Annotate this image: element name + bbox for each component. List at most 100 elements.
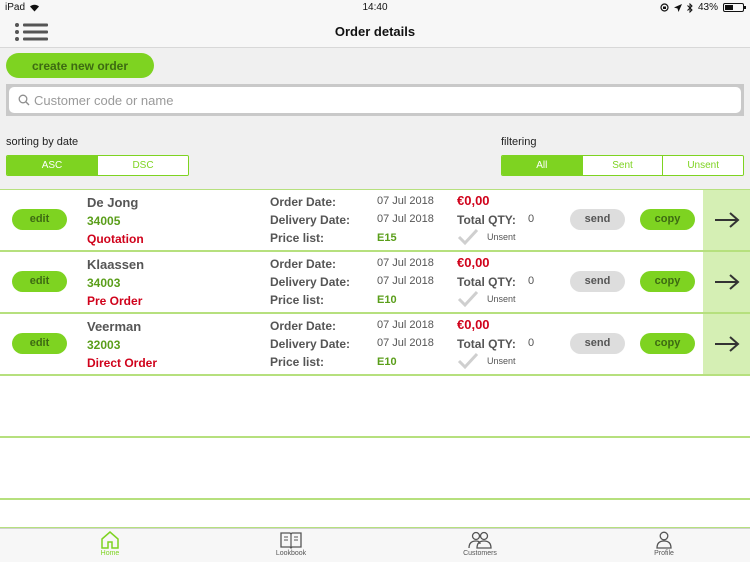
empty-row: [0, 437, 750, 499]
empty-row: [0, 499, 750, 528]
send-button[interactable]: send: [570, 209, 625, 230]
order-date-value: 07 Jul 2018: [377, 319, 434, 331]
send-status: Unsent: [487, 294, 516, 304]
status-time: 14:40: [362, 2, 388, 13]
create-new-order-button[interactable]: create new order: [6, 53, 154, 78]
order-type: Pre Order: [87, 294, 143, 308]
open-order-button[interactable]: [703, 190, 750, 250]
checkmark-icon: [457, 352, 479, 370]
total-qty-value: 0: [528, 275, 535, 287]
status-right: 43%: [660, 2, 746, 13]
send-status: Unsent: [487, 356, 516, 366]
search-input[interactable]: [34, 90, 724, 110]
edit-button[interactable]: edit: [12, 271, 67, 292]
tab-home-label: Home: [100, 550, 120, 557]
checkmark-icon: [457, 228, 479, 246]
order-type: Quotation: [87, 232, 144, 246]
edit-button[interactable]: edit: [12, 333, 67, 354]
edit-button[interactable]: edit: [12, 209, 67, 230]
order-date-label: Order Date:: [270, 257, 337, 271]
home-icon: [101, 531, 119, 549]
filtering-label: filtering: [501, 136, 537, 148]
order-row: edit Veerman 32003 Direct Order Order Da…: [0, 313, 750, 375]
filter-sent-option[interactable]: Sent: [581, 156, 663, 175]
copy-button[interactable]: copy: [640, 209, 695, 230]
arrow-right-icon: [714, 274, 740, 290]
filter-all-option[interactable]: All: [502, 156, 582, 175]
search-icon: [18, 94, 30, 106]
sort-asc-option[interactable]: ASC: [7, 156, 97, 175]
delivery-date-value: 07 Jul 2018: [377, 213, 434, 225]
total-qty-label: Total QTY:: [457, 275, 516, 289]
page-title: Order details: [334, 24, 416, 39]
delivery-date-label: Delivery Date:: [270, 275, 351, 289]
customer-code: 34003: [87, 276, 121, 290]
customer-name: Klaassen: [87, 257, 145, 272]
order-total-price: €0,00: [457, 317, 490, 332]
order-date-label: Order Date:: [270, 319, 337, 333]
filter-segment: All Sent Unsent: [501, 155, 744, 176]
bluetooth-icon: [687, 2, 693, 13]
total-qty-label: Total QTY:: [457, 337, 516, 351]
send-button[interactable]: send: [570, 271, 625, 292]
delivery-date-value: 07 Jul 2018: [377, 275, 434, 287]
delivery-date-label: Delivery Date:: [270, 337, 351, 351]
sorting-label: sorting by date: [6, 136, 79, 148]
price-list-value: E10: [377, 294, 397, 306]
tab-bar: Home Lookbook Customers Profile: [0, 528, 750, 562]
customer-name: De Jong: [87, 195, 139, 210]
order-row: edit Klaassen 34003 Pre Order Order Date…: [0, 251, 750, 313]
lock-rotation-icon: [660, 3, 669, 12]
search-bar: [6, 84, 744, 116]
customers-icon: [468, 531, 492, 549]
tab-profile[interactable]: Profile: [624, 531, 704, 557]
tab-customers[interactable]: Customers: [440, 531, 520, 557]
profile-icon: [656, 531, 672, 549]
sort-dsc-option[interactable]: DSC: [97, 156, 188, 175]
tab-lookbook[interactable]: Lookbook: [251, 531, 331, 557]
total-qty-value: 0: [528, 337, 535, 349]
arrow-right-icon: [714, 336, 740, 352]
price-list-value: E15: [377, 232, 397, 244]
customer-code: 34005: [87, 214, 121, 228]
order-row: edit De Jong 34005 Quotation Order Date:…: [0, 189, 750, 251]
total-qty-value: 0: [528, 213, 535, 225]
send-button[interactable]: send: [570, 333, 625, 354]
price-list-value: E10: [377, 356, 397, 368]
tab-home[interactable]: Home: [70, 531, 150, 557]
battery-icon: [723, 3, 746, 12]
status-bar: iPad 14:40 43%: [0, 0, 750, 16]
send-status: Unsent: [487, 232, 516, 242]
location-icon: [673, 3, 682, 12]
order-date-value: 07 Jul 2018: [377, 257, 434, 269]
price-list-label: Price list:: [270, 293, 325, 307]
order-date-label: Order Date:: [270, 195, 337, 209]
arrow-right-icon: [714, 212, 740, 228]
order-total-price: €0,00: [457, 255, 490, 270]
total-qty-label: Total QTY:: [457, 213, 516, 227]
navigation-bar: Order details: [0, 16, 750, 48]
customer-name: Veerman: [87, 319, 142, 334]
copy-button[interactable]: copy: [640, 271, 695, 292]
delivery-date-value: 07 Jul 2018: [377, 337, 434, 349]
tab-profile-label: Profile: [654, 550, 674, 557]
battery-percent: 43%: [697, 2, 718, 13]
open-order-button[interactable]: [703, 252, 750, 312]
open-order-button[interactable]: [703, 314, 750, 374]
tab-lookbook-label: Lookbook: [275, 550, 307, 557]
price-list-label: Price list:: [270, 355, 325, 369]
order-total-price: €0,00: [457, 193, 490, 208]
checkmark-icon: [457, 290, 479, 308]
order-date-value: 07 Jul 2018: [377, 195, 434, 207]
delivery-date-label: Delivery Date:: [270, 213, 351, 227]
book-icon: [280, 532, 302, 549]
copy-button[interactable]: copy: [640, 333, 695, 354]
sorting-segment: ASC DSC: [6, 155, 189, 176]
filter-unsent-option[interactable]: Unsent: [662, 156, 743, 175]
tab-customers-label: Customers: [463, 550, 497, 557]
order-type: Direct Order: [87, 356, 158, 370]
price-list-label: Price list:: [270, 231, 325, 245]
customer-code: 32003: [87, 338, 121, 352]
search-field-container: [9, 87, 741, 113]
order-list: edit De Jong 34005 Quotation Order Date:…: [0, 189, 750, 528]
